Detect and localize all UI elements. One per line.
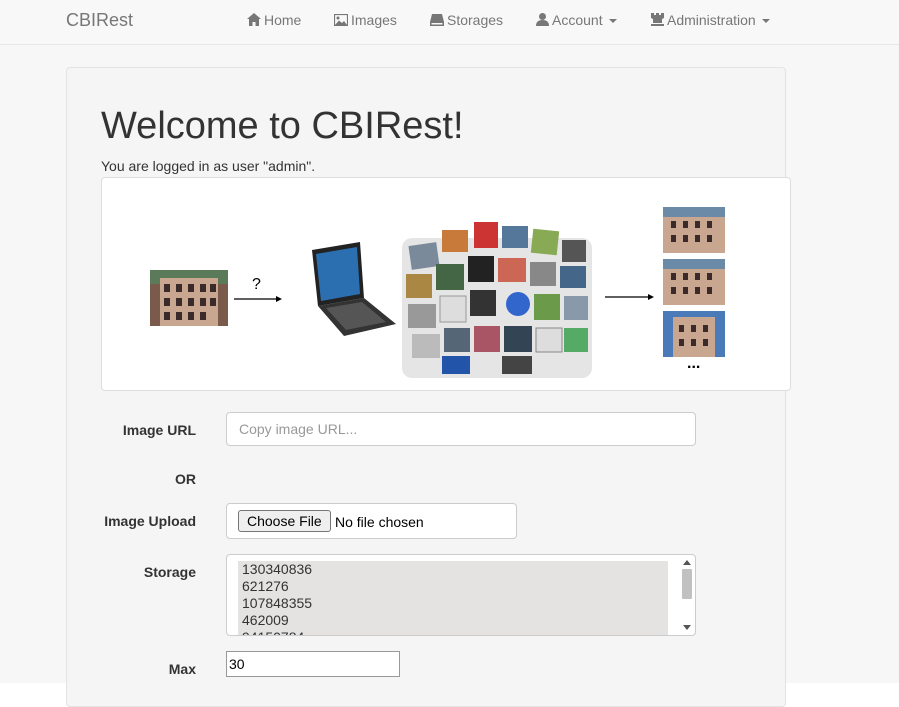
nav-administration[interactable]: Administration	[651, 12, 770, 28]
max-label: Max	[168, 661, 196, 677]
picture-icon	[333, 13, 349, 27]
nav-account[interactable]: Account	[536, 12, 617, 28]
user-icon	[536, 13, 549, 26]
nav-account-label: Account	[552, 12, 603, 28]
result-images	[663, 207, 725, 357]
nav-images-label: Images	[351, 12, 397, 28]
scroll-down-icon[interactable]	[683, 625, 691, 630]
or-label: OR	[175, 471, 196, 487]
image-upload-label: Image Upload	[104, 513, 196, 529]
nav-storages[interactable]: Storages	[430, 12, 503, 28]
chevron-down-icon	[608, 19, 617, 24]
storage-icon	[430, 14, 444, 26]
scroll-up-icon[interactable]	[683, 560, 691, 565]
image-url-input[interactable]	[226, 412, 696, 446]
nav-images[interactable]: Images	[333, 12, 397, 28]
storage-option[interactable]: 621276	[238, 578, 668, 595]
image-upload-field: Choose File No file chosen	[226, 503, 517, 539]
brand-link[interactable]: CBIRest	[66, 10, 133, 30]
max-input[interactable]	[226, 651, 400, 677]
page-title: Welcome to CBIRest!	[101, 105, 464, 147]
nav-administration-label: Administration	[667, 12, 756, 28]
scroll-thumb[interactable]	[682, 569, 692, 599]
storage-label: Storage	[143, 564, 196, 580]
home-icon	[247, 13, 261, 26]
chevron-down-icon	[761, 19, 770, 24]
storage-option[interactable]: 462009	[238, 612, 668, 629]
nav-home-label: Home	[264, 12, 302, 28]
nav-storages-label: Storages	[447, 12, 504, 28]
storage-option[interactable]: 94150784	[238, 629, 668, 635]
nav-home[interactable]: Home	[247, 12, 301, 28]
more-results-symbol: ...	[687, 355, 700, 372]
file-status: No file chosen	[335, 514, 424, 530]
laptop-image	[312, 242, 396, 336]
storage-options: 130340836 621276 107848355 462009 941507…	[238, 561, 668, 635]
image-url-label: Image URL	[122, 422, 196, 438]
query-image	[150, 270, 228, 326]
storage-option[interactable]: 107848355	[238, 595, 668, 612]
storage-select[interactable]: 130340836 621276 107848355 462009 941507…	[226, 554, 696, 636]
tower-icon	[651, 13, 664, 26]
query-symbol: ?	[252, 276, 261, 293]
navbar: CBIRest Home Images Storages Account Adm…	[0, 0, 899, 45]
storage-scrollbar[interactable]	[681, 557, 693, 633]
login-status: You are logged in as user "admin".	[101, 158, 316, 174]
cbir-illustration: ? ...	[101, 177, 791, 391]
choose-file-button[interactable]: Choose File	[238, 510, 331, 532]
process-diagram: ? ...	[150, 207, 725, 378]
storage-option[interactable]: 130340836	[238, 561, 668, 578]
image-collection	[402, 222, 592, 378]
